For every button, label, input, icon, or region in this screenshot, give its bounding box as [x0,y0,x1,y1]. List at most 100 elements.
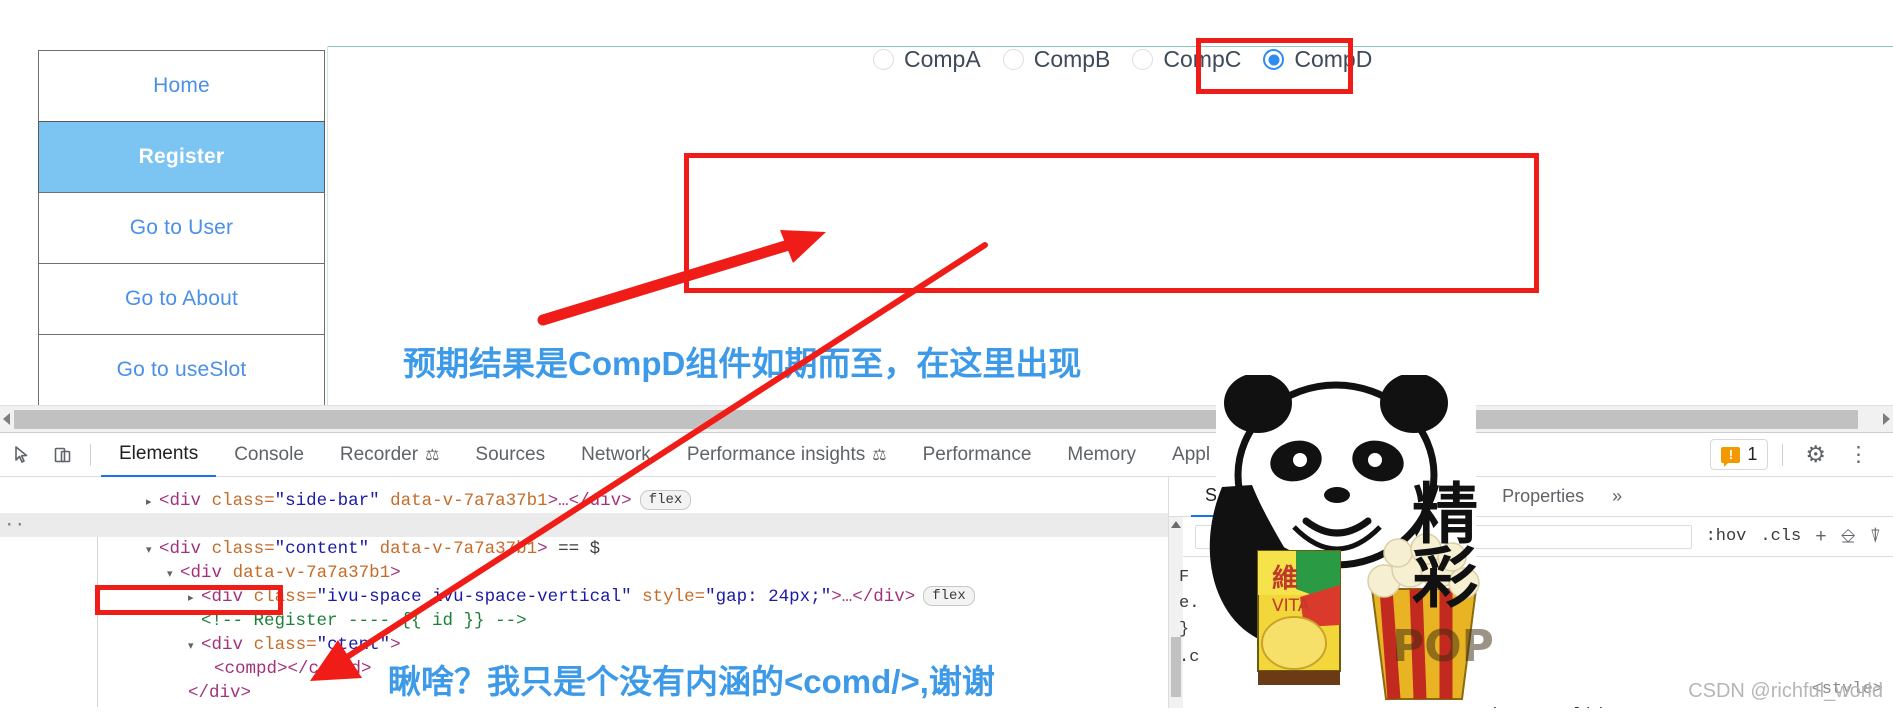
sidebar-item-label: Go to useSlot [116,358,247,381]
sidebar-item-go-to-user[interactable]: Go to User [38,192,325,264]
hov-button[interactable]: :hov [1706,527,1747,546]
sidebar-item-go-to-about[interactable]: Go to About [38,263,325,335]
dom-tree-row[interactable]: ▸ <div class="side-bar" data-v-7a7a37b1>…… [0,477,1168,511]
highlight-box-compd-element [95,585,283,615]
annotation-expected-result: 预期结果是CompD组件如期而至，在这里出现 [403,345,1082,382]
tab-application[interactable]: Appl [1154,433,1228,477]
tab-elements[interactable]: Elements [101,433,217,477]
devtools-toolbar: Elements Console Recorder ⚖ Sources Netw… [0,433,1893,477]
tab-label: Elements [119,442,199,464]
device-toolbar-icon[interactable] [46,438,80,472]
tab-dom-breakpoints[interactable]: DOM Breakpoints [1318,477,1488,517]
tab-sources[interactable]: Sources [457,433,563,477]
scroll-up-arrow-icon[interactable] [1171,521,1181,528]
css-line: } [1179,620,1190,639]
page-horizontal-scrollbar[interactable] [0,405,1893,432]
radio-label: CompB [1033,46,1111,72]
radio-circle-icon[interactable] [873,49,894,70]
sidebar-item-go-to-useslot[interactable]: Go to useSlot [38,334,325,405]
dom-tree-row[interactable]: <!-- <HelloWorld msg="Vite + Vue" /> --> [0,489,1168,535]
scrollbar-thumb[interactable] [14,410,1858,429]
flask-icon: ⚖ [425,446,440,464]
radio-option-compb[interactable]: CompB [1002,46,1111,72]
radio-circle-icon[interactable] [1002,49,1024,70]
sidebar-item-home[interactable]: Home [38,50,325,122]
tab-label: Network [581,443,651,465]
sidebar-nav: Home Register Go to User Go to About Go … [38,50,325,405]
tab-styles[interactable]: S [1191,477,1232,517]
sidebar-content-divider [327,46,328,405]
css-source-link[interactable]: <style> [1179,677,1883,703]
tab-label: Performance [922,443,1032,465]
tab-label: DOM Breakpoints [1332,486,1475,506]
content-top-border [327,46,1893,47]
radio-circle-icon[interactable] [1132,49,1154,70]
toggle-sidebar-icon[interactable]: ⍒ [1870,526,1881,548]
dom-tree-row[interactable]: </div> [0,657,1168,703]
styles-rules-content[interactable]: F e. } .c <style> 6666666667) 1px solid;… [1169,557,1893,708]
tab-recorder[interactable]: Recorder ⚖ [322,433,458,477]
dom-tree-row[interactable]: ▸ <div class="ivu-space ivu-space-vertica… [0,561,1168,607]
dom-tree-row[interactable]: </div> [0,681,1168,708]
tab-label: Performance insights [686,443,866,465]
tab-network[interactable]: Network [563,433,669,477]
sidebar-item-label: Go to User [129,216,234,239]
tab-label: Properties [1502,486,1585,506]
dom-tree-pane[interactable]: ▸ <div class="side-bar" data-v-7a7a37b1>…… [0,477,1168,708]
css-line: F [1179,568,1190,587]
indent-guide [97,537,98,707]
toolbar-divider [90,443,91,466]
tab-label: Appl [1172,443,1211,465]
tab-label: Recorder [339,443,419,465]
devtools-body: ▸ <div class="side-bar" data-v-7a7a37b1>…… [0,477,1893,708]
cls-button[interactable]: .cls [1760,527,1801,546]
css-line: e. [1179,594,1200,613]
tab-performance[interactable]: Performance [905,433,1050,477]
tab-overflow-chevron-icon[interactable]: » [1598,477,1636,517]
scroll-right-arrow-icon[interactable] [1883,413,1890,425]
browser-viewport: Home Register Go to User Go to About Go … [0,0,1893,405]
toolbar-divider [1782,443,1784,466]
radio-option-compa[interactable]: CompA [873,48,981,71]
warning-count: 1 [1747,444,1758,464]
devtools-panel: Elements Console Recorder ⚖ Sources Netw… [0,432,1893,708]
tab-performance-insights[interactable]: Performance insights ⚖ [669,433,905,477]
dom-tree-row-selected[interactable]: ·· ▾ <div class="content" data-v-7a7a37b1>… [0,513,1168,559]
tab-label: S [1205,485,1218,505]
highlight-box-compd-radio [1196,38,1353,94]
highlight-box-expected-render-area [684,153,1539,293]
devtools-tab-strip: Elements Console Recorder ⚖ Sources Netw… [101,433,1228,477]
sidebar-item-label: Home [153,74,210,97]
inspect-element-icon[interactable] [6,438,40,472]
styles-filter-input[interactable] [1195,524,1692,549]
dom-tree-row-compd[interactable]: <compd></compd> [0,633,1168,679]
selected-row-marker: ·· [4,515,26,535]
flask-icon: ⚖ [872,446,887,464]
tab-console[interactable]: Console [216,433,322,477]
new-style-rule-plus-icon[interactable]: + [1815,526,1826,548]
devtools-toolbar-right: ! 1 ⚙ ⋮ [1710,439,1893,470]
tab-label: steners [1245,486,1305,506]
tab-event-listeners[interactable]: steners [1231,477,1318,517]
tab-properties[interactable]: Properties [1488,477,1598,517]
css-line: 6666666667) 1px solid; [1179,703,1883,708]
tab-memory[interactable]: Memory [1049,433,1154,477]
tab-label: Sources [475,443,546,465]
tab-label: Memory [1067,443,1137,465]
styles-filter-bar: :hov .cls + ⎒ ⍒ [1169,517,1893,557]
radio-label: CompA [904,46,981,72]
tab-label: » [1612,486,1623,506]
print-media-icon[interactable]: ⎒ [1841,526,1856,548]
styles-sidebar-pane: S steners DOM Breakpoints Properties » :… [1168,477,1893,708]
css-line: .c [1179,648,1200,667]
gear-icon[interactable]: ⚙ [1797,441,1834,468]
sidebar-item-label: Register [138,145,225,168]
tab-label: Console [234,443,304,465]
styles-pane-tabs: S steners DOM Breakpoints Properties » [1169,477,1893,517]
kebab-menu-icon[interactable]: ⋮ [1838,442,1879,467]
sidebar-item-register[interactable]: Register [38,121,325,193]
scroll-left-arrow-icon[interactable] [3,413,10,425]
dom-tree-row[interactable]: ▾ <div data-v-7a7a37b1> [0,537,1168,583]
sidebar-item-label: Go to About [124,287,239,310]
warning-count-button[interactable]: ! 1 [1710,439,1769,470]
